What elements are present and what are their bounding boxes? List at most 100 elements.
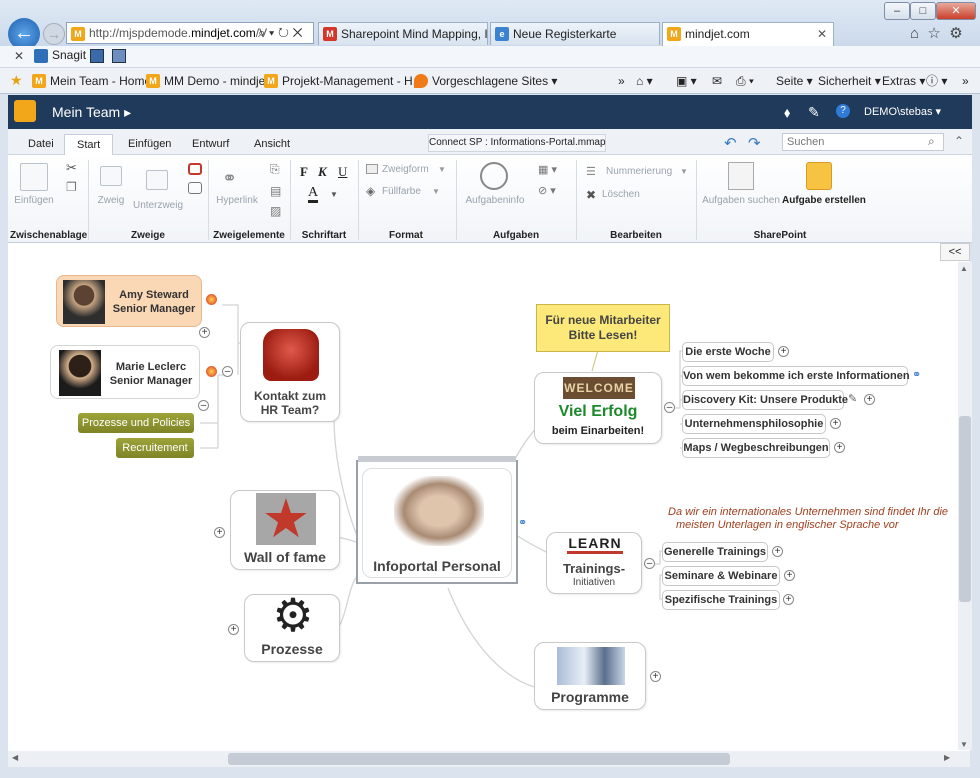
task-info-button[interactable]: Aufgabeninfo: [462, 195, 528, 206]
subtopic-unternehmensphilosophie[interactable]: Unternehmensphilosophie: [682, 414, 826, 434]
edit-capture-icon[interactable]: [112, 49, 126, 63]
mail-icon[interactable]: ✉: [712, 72, 722, 90]
topic-prozesse-policies[interactable]: Prozesse und Policies: [78, 413, 194, 433]
hyperlink-icon[interactable]: ⚭: [222, 168, 237, 189]
image-icon[interactable]: ▨: [270, 204, 281, 218]
chevron-down-icon[interactable]: ▼: [438, 165, 446, 174]
close-tab-icon[interactable]: ✕: [817, 23, 827, 45]
central-topic[interactable]: Infoportal Personal: [356, 456, 518, 584]
menu-sicherheit[interactable]: Sicherheit ▾: [818, 72, 881, 90]
home-command-icon[interactable]: ⌂ ▾: [636, 72, 653, 90]
delete-button[interactable]: Löschen: [602, 189, 640, 200]
subtopic-erste-woche[interactable]: Die erste Woche: [682, 342, 774, 362]
gear-icon[interactable]: ⚙: [949, 25, 962, 42]
feeds-icon[interactable]: ▣ ▾: [676, 72, 697, 90]
expand-icon[interactable]: +: [650, 671, 661, 682]
paste-icon[interactable]: [20, 163, 48, 191]
snagit-label[interactable]: Snagit: [52, 48, 86, 62]
link-icon[interactable]: ⚭: [518, 516, 527, 529]
more-commands-icon[interactable]: »: [962, 72, 969, 90]
chevron-down-icon[interactable]: ▼: [432, 187, 440, 196]
favorite-item[interactable]: M MM Demo - mindjet: [146, 72, 269, 90]
tab-ansicht[interactable]: Ansicht: [242, 134, 302, 155]
underline-button[interactable]: U: [338, 164, 347, 180]
scroll-up-icon[interactable]: ▲: [960, 264, 968, 273]
help-icon[interactable]: ?: [836, 104, 850, 118]
more-favorites-icon[interactable]: »: [618, 72, 625, 90]
search-input[interactable]: [782, 133, 944, 151]
forward-button[interactable]: →: [43, 23, 65, 45]
expand-icon[interactable]: +: [214, 527, 225, 538]
clock-icon[interactable]: [480, 162, 508, 190]
numbering-button[interactable]: Nummerierung: [606, 166, 672, 177]
expand-icon[interactable]: +: [834, 442, 845, 453]
menu-seite[interactable]: Seite ▾: [776, 72, 813, 90]
paste-button[interactable]: Einfügen: [14, 195, 54, 206]
subbranch-icon[interactable]: [146, 170, 168, 190]
font-color-button[interactable]: A: [308, 186, 319, 203]
horizontal-scroll-thumb[interactable]: [228, 753, 730, 765]
cut-icon[interactable]: ✂: [66, 160, 77, 176]
bold-button[interactable]: F: [300, 164, 308, 180]
expand-icon[interactable]: +: [199, 327, 210, 338]
favorite-item[interactable]: M Mein Team - Home: [32, 72, 151, 90]
progress-icon[interactable]: ⊘ ▾: [538, 184, 556, 197]
tab-entwurf[interactable]: Entwurf: [180, 134, 241, 155]
undo-icon[interactable]: ↶: [724, 134, 737, 152]
subtopic-erste-informationen[interactable]: Von wem bekomme ich erste Informationen: [682, 366, 910, 386]
expand-icon[interactable]: +: [864, 394, 875, 405]
italic-button[interactable]: K: [318, 164, 327, 180]
tab-datei[interactable]: Datei: [16, 134, 66, 155]
expand-icon[interactable]: +: [772, 546, 783, 557]
scroll-left-icon[interactable]: ◀: [12, 753, 18, 762]
tab-mindjet[interactable]: M mindjet.com ✕: [662, 22, 834, 46]
minimize-button[interactable]: –: [884, 2, 910, 20]
chevron-down-icon[interactable]: ▼: [330, 190, 338, 199]
collapse-icon[interactable]: –: [222, 366, 233, 377]
collapse-icon[interactable]: –: [664, 402, 675, 413]
topic-wall-of-fame[interactable]: ★ Wall of fame: [230, 489, 340, 570]
user-menu[interactable]: DEMO\stebas ▾: [864, 105, 941, 118]
find-tasks-icon[interactable]: [728, 162, 754, 190]
attachment-icon[interactable]: ⎘: [270, 162, 280, 177]
subbranch-button[interactable]: Unterzweig: [130, 200, 186, 211]
vertical-scroll-thumb[interactable]: [959, 416, 971, 602]
fill-color-button[interactable]: Füllfarbe: [382, 186, 421, 197]
redo-icon[interactable]: ↷: [748, 134, 761, 152]
expand-icon[interactable]: +: [783, 594, 794, 605]
capture-icon[interactable]: [90, 49, 104, 63]
tab-neue-registerkarte[interactable]: e Neue Registerkarte: [490, 22, 660, 45]
contact-marie-leclerc[interactable]: Marie Leclerc Senior Manager: [50, 345, 200, 399]
scroll-down-icon[interactable]: ▼: [960, 740, 968, 749]
expand-icon[interactable]: +: [784, 570, 795, 581]
branch-button[interactable]: Zweig: [92, 195, 130, 206]
expand-icon[interactable]: +: [228, 624, 239, 635]
hyperlink-button[interactable]: Hyperlink: [214, 195, 260, 206]
print-icon[interactable]: ⎙ ▾: [736, 72, 754, 90]
favorite-item[interactable]: Vorgeschlagene Sites ▾: [414, 72, 557, 90]
tab-einfuegen[interactable]: Einfügen: [116, 134, 183, 155]
stop-icon[interactable]: ✕: [293, 25, 303, 40]
contact-amy-steward[interactable]: Amy Steward Senior Manager: [56, 275, 202, 327]
expand-icon[interactable]: +: [830, 418, 841, 429]
tag-icon[interactable]: ⬧: [784, 104, 790, 121]
subtopic-spezifische-trainings[interactable]: Spezifische Trainings: [662, 590, 780, 610]
boundary-icon[interactable]: [188, 163, 202, 175]
topic-prozesse[interactable]: ⚙ Prozesse: [244, 592, 340, 662]
search-icon[interactable]: ⌕: [928, 134, 935, 149]
tab-sharepoint[interactable]: M Sharepoint Mind Mapping, Ide...: [318, 22, 488, 45]
copy-icon[interactable]: ❐: [66, 180, 77, 194]
topic-programme[interactable]: Programme: [534, 642, 646, 710]
priority-icon[interactable]: ▦ ▾: [538, 163, 557, 176]
maximize-button[interactable]: □: [910, 2, 936, 20]
create-task-icon[interactable]: [806, 162, 832, 190]
close-window-button[interactable]: ✕: [936, 2, 976, 20]
site-title[interactable]: Mein Team ▸: [52, 104, 131, 121]
callout-neue-mitarbeiter[interactable]: Für neue Mitarbeiter Bitte Lesen!: [536, 304, 670, 352]
note-icon[interactable]: ▤: [270, 184, 281, 198]
note-icon[interactable]: ✎: [848, 392, 857, 405]
expand-icon[interactable]: +: [778, 346, 789, 357]
close-toolbar-icon[interactable]: ✕: [14, 49, 24, 63]
topic-kontakt-hr[interactable]: Kontakt zum HR Team?: [240, 322, 340, 422]
star-icon[interactable]: ☆: [927, 25, 940, 42]
